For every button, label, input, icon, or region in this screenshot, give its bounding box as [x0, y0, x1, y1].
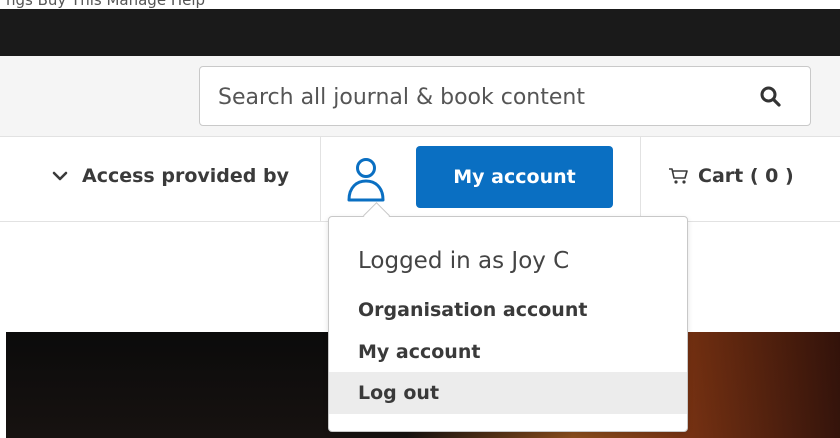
cart-link[interactable]: Cart ( 0 ): [668, 165, 794, 187]
search-box: [199, 66, 811, 126]
search-input[interactable]: [216, 81, 740, 113]
main-nav: Access provided by My account Cart ( 0 ): [0, 137, 840, 222]
access-provided-label: Access provided by: [82, 165, 289, 187]
nav-divider: [640, 137, 641, 221]
menu-item-my-account[interactable]: My account: [329, 331, 687, 373]
menu-item-organisation-account[interactable]: Organisation account: [329, 289, 687, 331]
top-clipped-text: ngs Buy This Manage Help: [6, 0, 206, 9]
logged-in-text: Logged in as Joy C: [358, 248, 570, 274]
top-clipped-bar: ngs Buy This Manage Help: [0, 0, 840, 9]
menu-item-log-out[interactable]: Log out: [329, 372, 687, 414]
nav-divider: [320, 137, 321, 221]
user-icon[interactable]: [345, 157, 387, 203]
cart-label: Cart ( 0 ): [698, 165, 794, 187]
site-header-bar: [0, 9, 840, 56]
chevron-down-icon: [52, 171, 68, 181]
account-dropdown-menu: Logged in as Joy C Organisation account …: [328, 202, 688, 432]
my-account-button[interactable]: My account: [416, 146, 613, 208]
search-icon[interactable]: [758, 84, 784, 110]
access-provided-dropdown[interactable]: Access provided by: [52, 165, 289, 187]
search-region: [0, 56, 840, 137]
cart-icon: [669, 168, 688, 184]
